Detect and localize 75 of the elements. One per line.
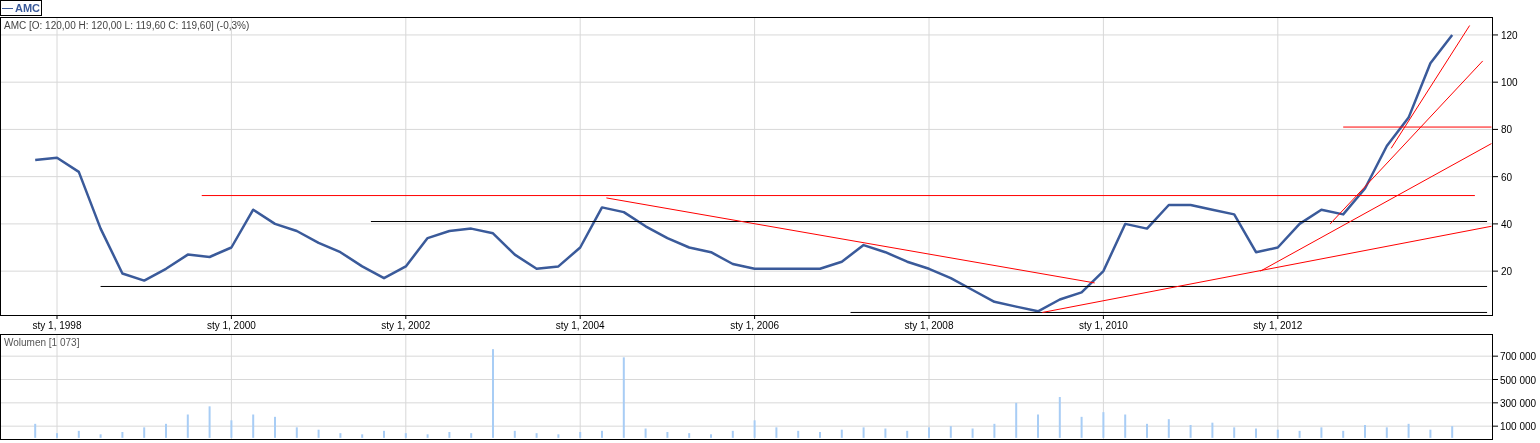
volume-bar <box>513 430 516 438</box>
axis-label: sty 1, 2012 <box>1253 320 1303 331</box>
volume-bar <box>1167 419 1170 438</box>
volume-bar <box>775 427 778 438</box>
axis-label: 120 <box>1501 29 1518 41</box>
volume-header: Wolumen [1 073] <box>4 337 80 348</box>
volume-bar <box>1080 416 1083 438</box>
volume-bar <box>470 433 473 438</box>
volume-bar <box>862 427 865 438</box>
volume-bar <box>1385 427 1388 438</box>
volume-bar <box>579 432 582 438</box>
volume-bar <box>230 420 233 438</box>
volume-bar <box>317 429 320 438</box>
volume-bar <box>688 433 691 438</box>
volume-bar <box>1429 429 1432 438</box>
axis-label: 100 000 <box>1500 421 1537 433</box>
volume-bar <box>949 426 952 438</box>
volume-bar <box>186 414 189 438</box>
axis-label: sty 1, 2002 <box>381 320 431 331</box>
axis-label: 300 000 <box>1500 397 1537 409</box>
volume-bar <box>99 434 102 438</box>
volume-bar <box>1233 427 1236 438</box>
volume-bar <box>535 433 538 438</box>
volume-bar <box>77 430 80 438</box>
axis-label: 500 000 <box>1500 374 1537 386</box>
volume-bar <box>1342 430 1345 438</box>
volume-bar <box>208 406 211 438</box>
volume-bar <box>666 432 669 438</box>
volume-bar <box>644 428 647 438</box>
volume-bar <box>121 432 124 438</box>
legend-item[interactable]: AMC <box>0 0 43 16</box>
axis-label: sty 1, 2008 <box>904 320 954 331</box>
volume-bar <box>797 430 800 438</box>
axis-label: sty 1, 2004 <box>555 320 605 331</box>
volume-bar <box>448 432 451 438</box>
volume-bar <box>1189 425 1192 438</box>
axis-label: 80 <box>1501 124 1513 136</box>
volume-bar <box>1320 427 1323 438</box>
volume-bar <box>361 434 364 438</box>
series-line-icon <box>2 7 13 9</box>
volume-bar <box>753 420 756 438</box>
volume-bar <box>1298 430 1301 438</box>
volume-bar <box>252 414 255 438</box>
legend-label: AMC <box>15 2 41 14</box>
axis-label: 700 000 <box>1500 351 1537 363</box>
volume-bar <box>34 423 37 438</box>
volume-bar <box>1058 397 1061 438</box>
axis-label: sty 1, 2006 <box>730 320 780 331</box>
axis-label: 60 <box>1501 171 1513 183</box>
volume-bar <box>1451 426 1454 438</box>
volume-bar <box>731 430 734 438</box>
volume-bar <box>295 427 298 438</box>
axis-label: 20 <box>1501 266 1513 278</box>
volume-bar <box>404 433 407 438</box>
price-header: AMC [O: 120,00 H: 120,00 L: 119,60 C: 119,60] (-0,3%) <box>4 20 250 31</box>
volume-bar <box>1015 402 1018 438</box>
volume-bar <box>1124 414 1127 438</box>
volume-bar <box>971 428 974 438</box>
volume-bar <box>339 433 342 438</box>
volume-bar <box>1211 422 1214 438</box>
volume-bar <box>884 428 887 438</box>
volume-bar <box>840 429 843 438</box>
volume-bar <box>993 423 996 438</box>
volume-bar <box>143 427 146 438</box>
axis-label: sty 1, 1998 <box>32 320 82 331</box>
volume-bar <box>906 430 909 438</box>
volume-bar <box>557 434 560 438</box>
volume-bar <box>1407 423 1410 438</box>
axis-label: 100 <box>1501 77 1518 89</box>
axis-label: sty 1, 2000 <box>206 320 256 331</box>
volume-bar <box>1102 412 1105 438</box>
volume-bar <box>426 434 429 438</box>
volume-bar <box>1276 429 1279 438</box>
axis-label: 40 <box>1501 218 1513 230</box>
axis-label: sty 1, 2010 <box>1078 320 1128 331</box>
